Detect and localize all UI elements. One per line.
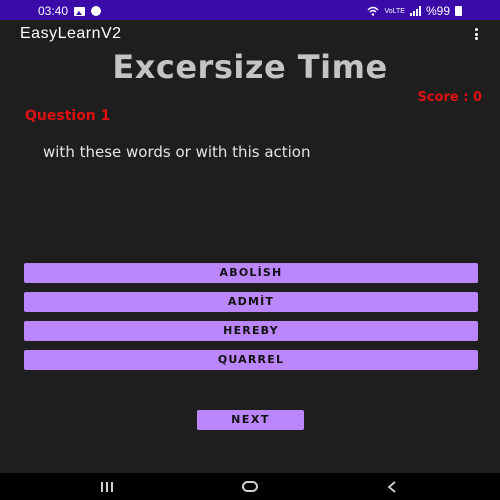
image-icon bbox=[74, 6, 86, 16]
status-right: VoLTE %99 bbox=[367, 4, 462, 18]
app-title: EasyLearnV2 bbox=[20, 25, 122, 42]
option-button-3[interactable]: HEREBY bbox=[24, 321, 478, 341]
battery-percent: %99 bbox=[425, 4, 450, 18]
overflow-menu-icon[interactable] bbox=[474, 28, 478, 40]
back-icon[interactable] bbox=[386, 481, 398, 493]
score-label: Score : 0 bbox=[417, 90, 482, 105]
home-icon[interactable] bbox=[242, 481, 258, 492]
next-button[interactable]: NEXT bbox=[197, 410, 304, 430]
recents-icon[interactable] bbox=[101, 482, 113, 492]
status-time: 03:40 bbox=[38, 4, 69, 18]
volte-label: VoLTE bbox=[384, 7, 405, 15]
notification-circle-icon bbox=[91, 6, 102, 16]
option-button-1[interactable]: ABOLİSH bbox=[24, 263, 478, 283]
navigation-bar bbox=[0, 473, 500, 500]
wifi-icon bbox=[367, 6, 379, 16]
option-button-4[interactable]: QUARREL bbox=[24, 350, 478, 370]
answer-options: ABOLİSH ADMİT HEREBY QUARREL bbox=[24, 263, 478, 379]
option-button-2[interactable]: ADMİT bbox=[24, 292, 478, 312]
battery-icon bbox=[455, 6, 462, 16]
status-bar: 03:40 VoLTE %99 bbox=[0, 0, 500, 20]
page-title: Excersize Time bbox=[112, 48, 388, 86]
signal-icon bbox=[409, 6, 421, 16]
app-bar: EasyLearnV2 bbox=[0, 20, 500, 48]
question-number: Question 1 bbox=[25, 108, 111, 124]
question-text: with these words or with this action bbox=[43, 143, 311, 161]
status-left: 03:40 bbox=[38, 4, 102, 18]
